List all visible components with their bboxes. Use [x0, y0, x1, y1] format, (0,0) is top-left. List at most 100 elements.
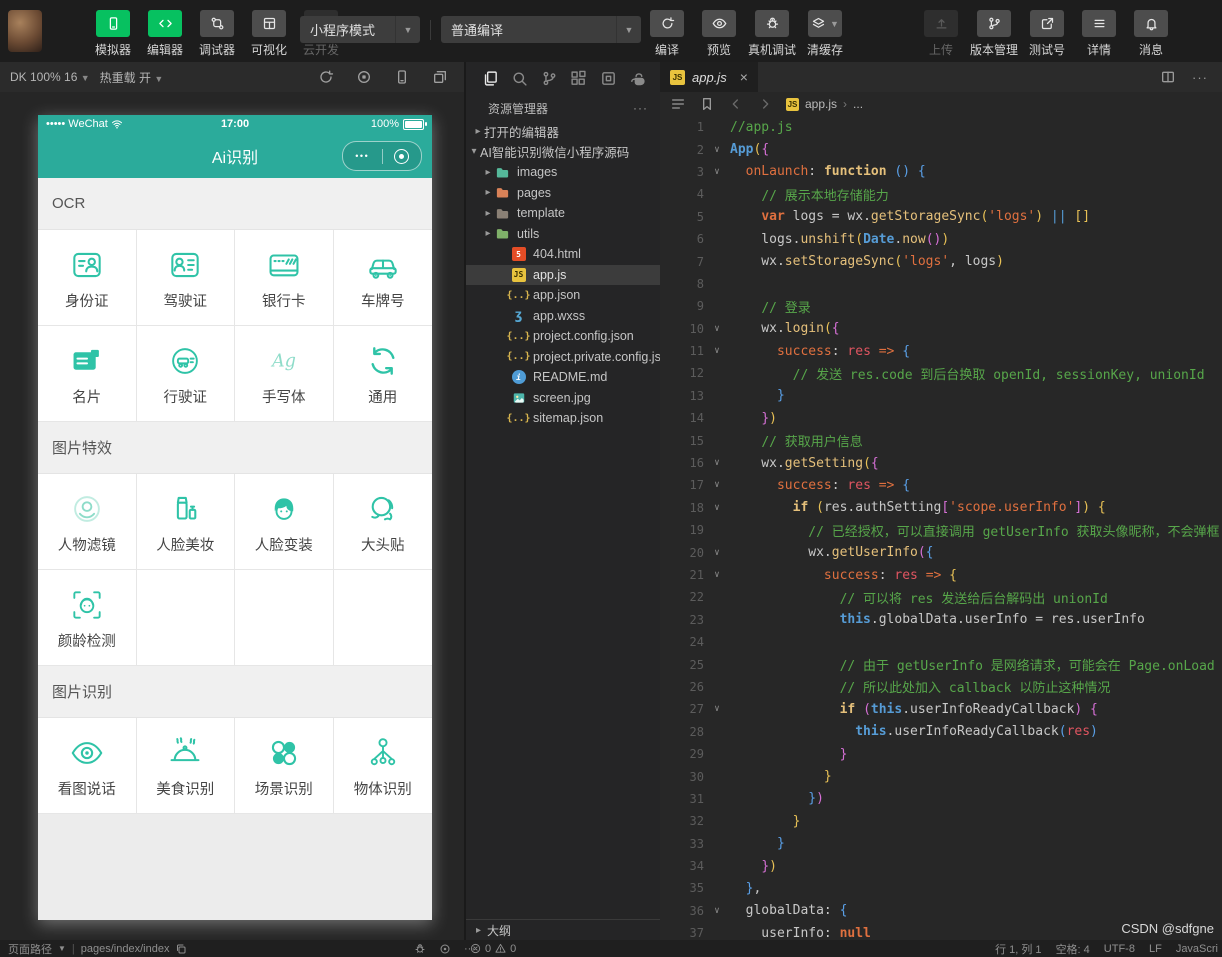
code-editor[interactable]: 1//app.js 2 ∨ App({3 ∨ onLaunch: function ()… — [660, 116, 1222, 940]
tree-item-sitemap-json[interactable]: {..} sitemap.json — [466, 408, 662, 429]
fold-chevron-icon[interactable]: ∨ — [704, 145, 730, 155]
tree-item-app-json[interactable]: {..} app.json — [466, 285, 662, 306]
toolbar-button-refresh[interactable]: 编译 — [644, 10, 690, 58]
editor-more-icon[interactable]: ··· — [1192, 70, 1208, 85]
home-capsule-icon[interactable] — [383, 148, 422, 164]
grid-item-big-head[interactable]: 大头贴 — [333, 474, 432, 570]
grid-item-car-plate[interactable]: 车牌号 — [333, 230, 432, 326]
status-item[interactable]: 行 1, 列 1 — [995, 941, 1041, 957]
line-number: 19 — [689, 523, 704, 538]
device-select[interactable]: DK 100% 16 ▼ — [10, 70, 90, 84]
grid-item-bank-card[interactable]: 银行卡 — [235, 230, 334, 326]
fold-chevron-icon[interactable]: ∨ — [704, 346, 730, 356]
tree-item-screen-jpg[interactable]: screen.jpg — [466, 388, 662, 409]
winbox-icon[interactable] — [600, 70, 617, 87]
toolbar-button-bug[interactable]: 真机调试 — [748, 10, 796, 58]
blocks-icon[interactable] — [570, 70, 587, 87]
tree-item-app-js[interactable]: JS app.js — [466, 264, 662, 285]
tree-section-open-editors[interactable]: ▸ 打开的编辑器 — [466, 121, 662, 142]
grid-item-vehicle-license[interactable]: 行驶证 — [136, 326, 235, 422]
tree-item-readme-md[interactable]: i README.md — [466, 367, 662, 388]
toolbar-button-menu[interactable]: 详情 — [1076, 10, 1122, 58]
grid-item-age-detect[interactable]: 颜龄检测 — [38, 570, 137, 666]
fold-chevron-icon[interactable]: ∨ — [704, 458, 730, 468]
grid-item-person-filter[interactable]: 人物滤镜 — [38, 474, 137, 570]
debug-icon[interactable] — [414, 943, 426, 955]
grid-item-business-card[interactable]: 名片 — [38, 326, 137, 422]
outline-list-icon[interactable] — [670, 96, 686, 112]
toolbar-button-code[interactable]: 编辑器 — [142, 10, 188, 58]
grid-item-handwriting[interactable]: Ag 手写体 — [235, 326, 334, 422]
grid-item-face-makeup[interactable]: 人脸美妆 — [136, 474, 235, 570]
fold-chevron-icon[interactable]: ∨ — [704, 503, 730, 513]
grid-item-object[interactable]: 物体识别 — [333, 718, 432, 814]
outline-section[interactable]: ▸ 大纲 — [466, 919, 662, 940]
js-file-icon: JS — [670, 69, 685, 85]
branch-icon[interactable] — [541, 70, 558, 87]
split-editor-icon[interactable] — [1160, 69, 1176, 85]
capsule-button[interactable]: ••• — [342, 141, 422, 171]
breadcrumb[interactable]: JS app.js › ... — [786, 97, 863, 111]
tree-item-template[interactable]: ▸ template — [466, 203, 662, 224]
grid-item-general[interactable]: 通用 — [333, 326, 432, 422]
forward-arrow-icon[interactable] — [757, 96, 773, 112]
tree-root-folder[interactable]: ▾ AI智能识别微信小程序源码 — [466, 142, 662, 163]
tree-item-images[interactable]: ▸ images — [466, 162, 662, 183]
rotate-icon[interactable] — [318, 69, 334, 85]
fold-chevron-icon[interactable]: ∨ — [704, 480, 730, 490]
status-item[interactable]: JavaScri — [1176, 943, 1218, 955]
target-icon[interactable] — [439, 943, 451, 955]
status-item[interactable]: LF — [1149, 943, 1162, 955]
tree-item-project-config-json[interactable]: {..} project.config.json — [466, 326, 662, 347]
close-icon[interactable]: × — [740, 69, 748, 85]
files-icon[interactable] — [482, 70, 499, 87]
fold-chevron-icon[interactable]: ∨ — [704, 167, 730, 177]
grid-item-id-card[interactable]: 身份证 — [38, 230, 137, 326]
tree-item-app-wxss[interactable]: ʒ app.wxss — [466, 306, 662, 327]
toolbar-button-upload[interactable]: 上传 — [918, 10, 964, 58]
fold-chevron-icon[interactable]: ∨ — [704, 906, 730, 916]
fold-chevron-icon[interactable]: ∨ — [704, 570, 730, 580]
toolbar-button-external[interactable]: 测试号 — [1024, 10, 1070, 58]
toolbar-button-branch[interactable]: 版本管理 — [970, 10, 1018, 58]
toolbar-button-layers[interactable]: ▼ 清缓存 — [802, 10, 848, 58]
toolbar-button-eye[interactable]: 预览 — [696, 10, 742, 58]
grid-item-label: 人脸美妆 — [156, 537, 215, 554]
back-arrow-icon[interactable] — [728, 96, 744, 112]
grid-item-face-dressup[interactable]: 人脸变装 — [235, 474, 334, 570]
more-dots-icon[interactable]: ••• — [343, 151, 382, 161]
bookmark-icon[interactable] — [699, 96, 715, 112]
tab-app-js[interactable]: JS app.js × — [660, 62, 758, 92]
toolbar-button-bell[interactable]: 消息 — [1128, 10, 1174, 58]
problems-indicator[interactable]: 0 0 — [470, 940, 516, 957]
toolbar-button-phone[interactable]: 模拟器 — [90, 10, 136, 58]
grid-item-food[interactable]: 美食识别 — [136, 718, 235, 814]
grid-item-driver-license[interactable]: 驾驶证 — [136, 230, 235, 326]
phone-outline-icon[interactable] — [394, 69, 410, 85]
fold-chevron-icon[interactable]: ∨ — [704, 548, 730, 558]
copy-icon[interactable] — [175, 943, 187, 955]
teapot-icon[interactable] — [629, 70, 646, 87]
page-path-control[interactable]: 页面路径 ▼ | pages/index/index — [8, 940, 187, 957]
tree-item-utils[interactable]: ▸ utils — [466, 224, 662, 245]
search-icon[interactable] — [511, 70, 528, 87]
status-item[interactable]: 空格: 4 — [1056, 941, 1090, 957]
tree-item-project-private-config-js-[interactable]: {..} project.private.config.js... — [466, 347, 662, 368]
status-item[interactable]: UTF-8 — [1104, 943, 1135, 955]
compile-select[interactable]: 普通编译 ▼ — [441, 16, 641, 43]
user-avatar[interactable] — [8, 10, 42, 52]
toolbar-button-debug-flow[interactable]: 调试器 — [194, 10, 240, 58]
explorer-more-button[interactable]: ··· — [633, 101, 662, 115]
record-icon[interactable] — [356, 69, 372, 85]
hot-reload-toggle[interactable]: 热重载 开 ▼ — [100, 69, 164, 86]
multiwindow-icon[interactable] — [432, 69, 448, 85]
mode-select[interactable]: 小程序模式 ▼ — [300, 16, 420, 43]
fold-chevron-icon[interactable]: ∨ — [704, 324, 730, 334]
fold-chevron-icon[interactable]: ∨ — [704, 704, 730, 714]
compile-select-value: 普通编译 — [451, 23, 504, 38]
toolbar-button-grid[interactable]: 可视化 — [246, 10, 292, 58]
tree-item-404-html[interactable]: 5 404.html — [466, 244, 662, 265]
grid-item-scene[interactable]: 场景识别 — [235, 718, 334, 814]
grid-item-eye-big[interactable]: 看图说话 — [38, 718, 137, 814]
tree-item-pages[interactable]: ▸ pages — [466, 183, 662, 204]
